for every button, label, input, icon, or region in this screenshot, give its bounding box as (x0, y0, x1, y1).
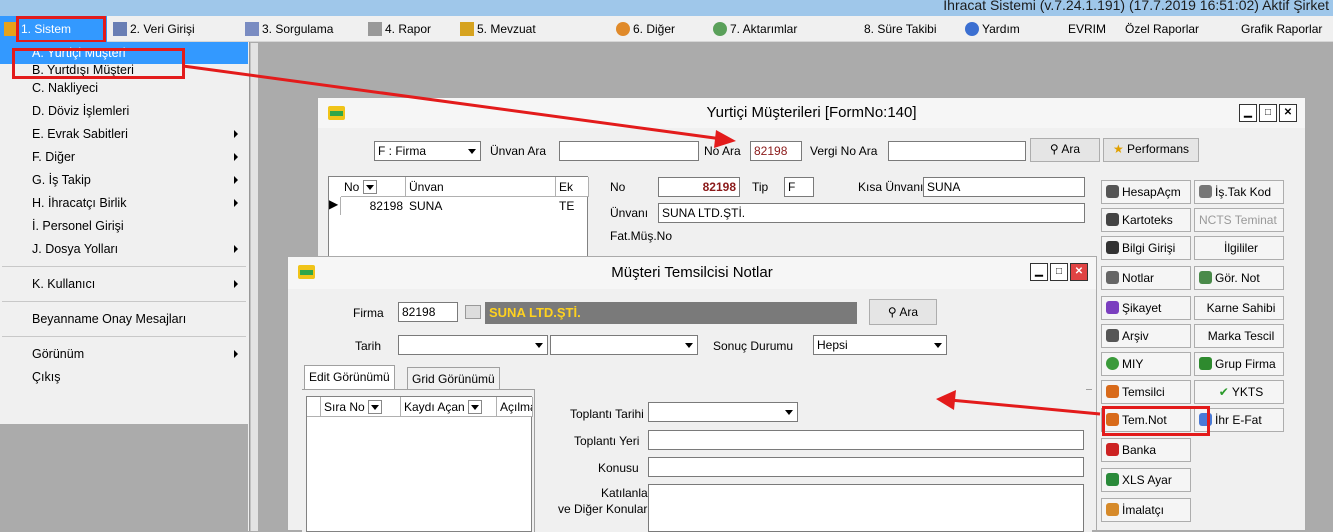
arrow-to-edit-form (949, 398, 1101, 416)
arrowhead-icon (936, 390, 956, 410)
arrow-to-no-ara (182, 64, 723, 141)
annotation-arrows-layer (182, 64, 1101, 416)
arrowhead-icon (714, 130, 736, 148)
